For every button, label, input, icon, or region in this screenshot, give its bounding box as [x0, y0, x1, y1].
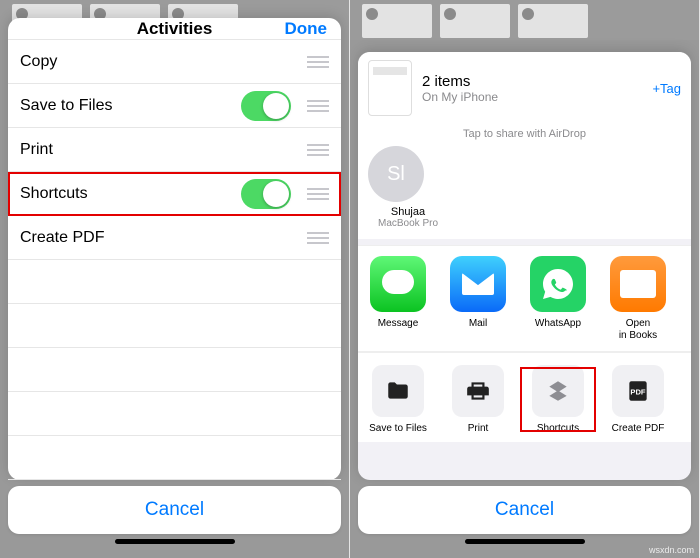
app-label: Mail: [438, 318, 518, 340]
svg-text:PDF: PDF: [630, 387, 646, 396]
app-mail[interactable]: Mail: [438, 256, 518, 341]
airdrop-initials: Sl: [387, 163, 405, 186]
airdrop-hint: Tap to share with AirDrop: [358, 124, 691, 142]
activities-sheet: Activities Done Copy Save to Files Print…: [8, 18, 341, 480]
cancel-button[interactable]: Cancel: [358, 486, 691, 534]
empty-row: [8, 392, 341, 436]
action-save-to-files[interactable]: Save to Files: [358, 365, 438, 434]
row-label: Print: [20, 141, 297, 159]
airdrop-name: Shujaa: [391, 206, 425, 218]
app-books[interactable]: Open in Books: [598, 256, 678, 341]
airdrop-device: MacBook Pro: [368, 218, 448, 229]
mail-icon: [450, 256, 506, 312]
toggle-switch[interactable]: [241, 91, 291, 121]
folder-icon: [372, 365, 424, 417]
print-icon: [452, 365, 504, 417]
message-icon: [370, 256, 426, 312]
activities-list: Copy Save to Files Print Shortcuts Creat…: [8, 40, 341, 480]
empty-row: [8, 260, 341, 304]
share-actions-section[interactable]: Save to Files Print Shortcuts PDF Create…: [358, 352, 691, 442]
action-print[interactable]: Print: [438, 365, 518, 434]
whatsapp-icon: [530, 256, 586, 312]
background-thumb-strip: [350, 0, 699, 40]
empty-row: [8, 348, 341, 392]
drag-handle-icon[interactable]: [307, 144, 329, 156]
app-label: Open in Books: [598, 318, 678, 341]
empty-row: [8, 304, 341, 348]
row-label: Copy: [20, 53, 297, 71]
activities-panel: Activities Done Copy Save to Files Print…: [0, 0, 350, 558]
share-apps-section[interactable]: Message Mail WhatsApp Open in Books: [358, 245, 691, 352]
item-count: 2 items: [422, 73, 652, 90]
share-header: 2 items On My iPhone +Tag: [358, 52, 691, 124]
action-label: Create PDF: [598, 423, 678, 434]
app-whatsapp[interactable]: WhatsApp: [518, 256, 598, 341]
watermark: wsxdn.com: [649, 545, 694, 555]
action-create-pdf[interactable]: PDF Create PDF: [598, 365, 678, 434]
activities-header: Activities Done: [8, 18, 341, 40]
share-info: 2 items On My iPhone: [422, 73, 652, 104]
row-copy[interactable]: Copy: [8, 40, 341, 84]
cancel-button[interactable]: Cancel: [8, 486, 341, 534]
airdrop-avatar[interactable]: Sl: [368, 146, 424, 202]
airdrop-section: Sl Shujaa MacBook Pro: [358, 142, 691, 239]
action-label: Shortcuts: [518, 423, 598, 434]
row-print[interactable]: Print: [8, 128, 341, 172]
drag-handle-icon[interactable]: [307, 56, 329, 68]
row-label: Create PDF: [20, 229, 297, 247]
app-label: WhatsApp: [518, 318, 598, 340]
drag-handle-icon[interactable]: [307, 232, 329, 244]
item-thumbnail-icon: [368, 60, 412, 116]
app-message[interactable]: Message: [358, 256, 438, 341]
drag-handle-icon[interactable]: [307, 188, 329, 200]
empty-row: [8, 436, 341, 480]
share-sheet: 2 items On My iPhone +Tag Tap to share w…: [358, 52, 691, 480]
cancel-bar: Cancel: [358, 486, 691, 548]
airdrop-contact-label: Shujaa MacBook Pro: [368, 206, 448, 229]
row-shortcuts[interactable]: Shortcuts: [8, 172, 341, 216]
shortcuts-icon: [532, 365, 584, 417]
row-create-pdf[interactable]: Create PDF: [8, 216, 341, 260]
books-icon: [610, 256, 666, 312]
activities-title: Activities: [137, 19, 213, 39]
action-shortcuts[interactable]: Shortcuts: [518, 365, 598, 434]
pdf-icon: PDF: [612, 365, 664, 417]
share-panel: 2 items On My iPhone +Tag Tap to share w…: [350, 0, 700, 558]
row-label: Save to Files: [20, 97, 241, 115]
done-button[interactable]: Done: [285, 19, 328, 39]
app-label: Message: [358, 318, 438, 340]
tag-button[interactable]: +Tag: [652, 81, 681, 96]
row-save-to-files[interactable]: Save to Files: [8, 84, 341, 128]
action-label: Print: [438, 423, 518, 434]
home-indicator[interactable]: [115, 539, 235, 544]
row-label: Shortcuts: [20, 185, 241, 203]
cancel-bar: Cancel: [8, 486, 341, 548]
home-indicator[interactable]: [465, 539, 585, 544]
toggle-switch[interactable]: [241, 179, 291, 209]
drag-handle-icon[interactable]: [307, 100, 329, 112]
item-location: On My iPhone: [422, 90, 652, 104]
action-label: Save to Files: [358, 423, 438, 434]
